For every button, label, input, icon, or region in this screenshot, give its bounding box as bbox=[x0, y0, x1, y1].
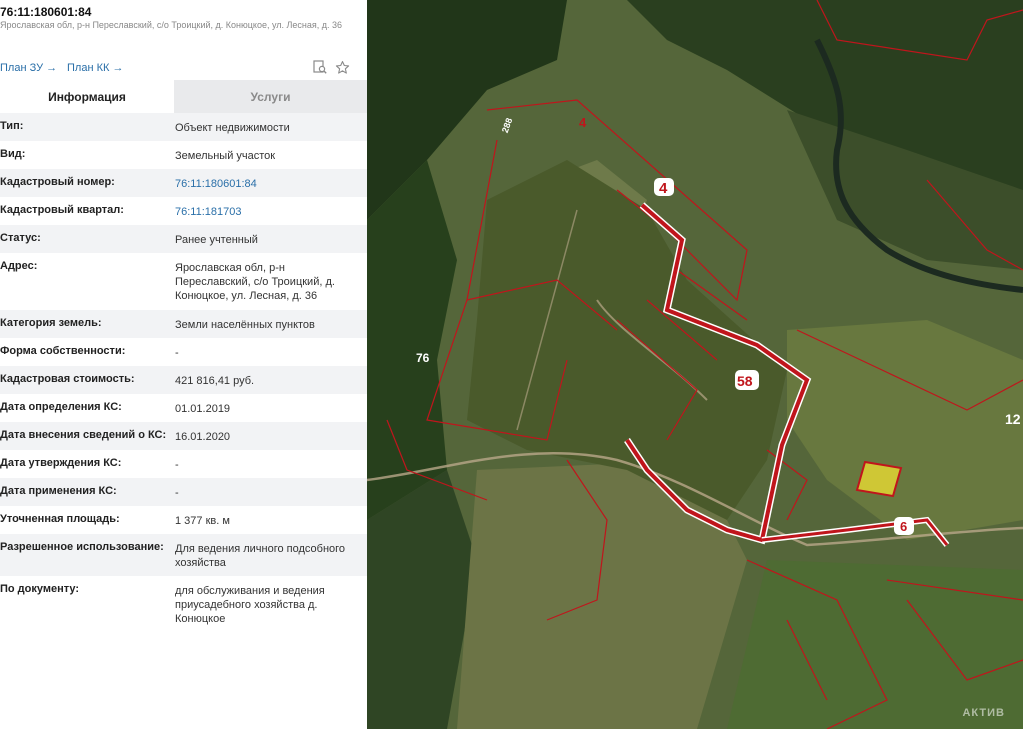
row-value: - bbox=[175, 487, 179, 499]
watermark: АКТИВ bbox=[962, 707, 1005, 719]
row-label: Уточненная площадь: bbox=[0, 513, 120, 525]
cadastral-number-link[interactable]: 76:11:180601:84 bbox=[175, 177, 360, 191]
row-area: Уточненная площадь: 1 377 кв. м bbox=[0, 506, 367, 534]
row-value-entry-date: Дата внесения сведений о КС: 16.01.2020 bbox=[0, 422, 367, 450]
row-value: Ярославская обл, р-н Переславский, с/о Т… bbox=[175, 262, 335, 302]
row-cadastral-quarter: Кадастровый квартал: 76:11:181703 bbox=[0, 197, 367, 225]
info-panel: 76:11:180601:84 Ярославская обл, р-н Пер… bbox=[0, 0, 367, 729]
search-document-icon[interactable] bbox=[311, 58, 329, 76]
row-label: Тип: bbox=[0, 120, 24, 132]
row-permitted-use: Разрешенное использование: Для ведения л… bbox=[0, 534, 367, 576]
property-table: Тип: Объект недвижимости Вид: Земельный … bbox=[0, 113, 367, 633]
row-value: 01.01.2019 bbox=[175, 403, 231, 415]
map-label: 58 bbox=[737, 373, 753, 389]
row-label: Категория земель: bbox=[0, 317, 102, 329]
row-label: Кадастровый квартал: bbox=[0, 204, 124, 216]
cadastral-quarter-link[interactable]: 76:11:181703 bbox=[175, 205, 360, 219]
target-parcel[interactable] bbox=[855, 460, 903, 498]
map-label: 4 bbox=[579, 115, 587, 130]
row-label: Вид: bbox=[0, 148, 26, 160]
page-title: 76:11:180601:84 bbox=[0, 5, 92, 19]
row-value: - bbox=[175, 459, 179, 471]
row-status: Статус: Ранее учтенный bbox=[0, 225, 367, 253]
row-label: Кадастровый номер: bbox=[0, 176, 115, 188]
row-value: для обслуживания и ведения приусадебного… bbox=[175, 585, 325, 625]
plan-kk-link[interactable]: План КК → bbox=[67, 62, 123, 74]
map-label: 12 bbox=[1005, 411, 1021, 427]
row-value-approval-date: Дата утверждения КС: - bbox=[0, 450, 367, 478]
row-value: 421 816,41 руб. bbox=[175, 375, 255, 387]
row-label: По документу: bbox=[0, 583, 80, 595]
row-value-apply-date: Дата применения КС: - bbox=[0, 478, 367, 506]
map-label: 76 bbox=[416, 351, 430, 365]
row-land-category: Категория земель: Земли населённых пункт… bbox=[0, 310, 367, 338]
row-ownership: Форма собственности: - bbox=[0, 338, 367, 366]
row-value: Ранее учтенный bbox=[175, 234, 258, 246]
row-label: Дата утверждения КС: bbox=[0, 457, 122, 469]
row-value-date: Дата определения КС: 01.01.2019 bbox=[0, 394, 367, 422]
row-value: Земельный участок bbox=[175, 150, 276, 162]
meadow bbox=[727, 560, 1023, 729]
plan-zu-link[interactable]: План ЗУ → bbox=[0, 62, 57, 74]
row-address: Адрес: Ярославская обл, р-н Переславский… bbox=[0, 253, 367, 310]
row-label: Разрешенное использование: bbox=[0, 541, 164, 553]
row-label: Адрес: bbox=[0, 260, 38, 272]
address-subtitle: Ярославская обл, р-н Переславский, с/о Т… bbox=[0, 20, 343, 30]
row-value: Земли населённых пунктов bbox=[175, 319, 315, 331]
map-label: 4 bbox=[659, 180, 668, 197]
row-value: 16.01.2020 bbox=[175, 431, 231, 443]
tab-information[interactable]: Информация bbox=[0, 80, 174, 113]
row-label: Дата определения КС: bbox=[0, 401, 122, 413]
satellite-map[interactable]: 4 4 58 76 6 12 288 АКТИВ bbox=[367, 0, 1023, 729]
row-cadastral-number: Кадастровый номер: 76:11:180601:84 bbox=[0, 169, 367, 197]
row-value: Для ведения личного подсобного хозяйства bbox=[175, 543, 346, 569]
row-type: Тип: Объект недвижимости bbox=[0, 113, 367, 141]
row-label: Кадастровая стоимость: bbox=[0, 373, 135, 385]
map-label: 6 bbox=[900, 519, 907, 534]
row-label: Дата внесения сведений о КС: bbox=[0, 429, 167, 441]
row-label: Дата применения КС: bbox=[0, 485, 117, 497]
star-icon[interactable] bbox=[333, 58, 351, 76]
map-canvas[interactable]: 4 4 58 76 6 12 288 bbox=[367, 0, 1023, 729]
tab-bar: Информация Услуги bbox=[0, 80, 367, 113]
row-label: Форма собственности: bbox=[0, 345, 126, 357]
row-value: 1 377 кв. м bbox=[175, 515, 230, 527]
tab-services[interactable]: Услуги bbox=[174, 80, 367, 113]
row-document-use: По документу: для обслуживания и ведения… bbox=[0, 576, 367, 633]
row-value: - bbox=[175, 347, 179, 359]
row-value: Объект недвижимости bbox=[175, 122, 290, 134]
row-cadastral-value: Кадастровая стоимость: 421 816,41 руб. bbox=[0, 366, 367, 394]
row-kind: Вид: Земельный участок bbox=[0, 141, 367, 169]
row-label: Статус: bbox=[0, 232, 41, 244]
